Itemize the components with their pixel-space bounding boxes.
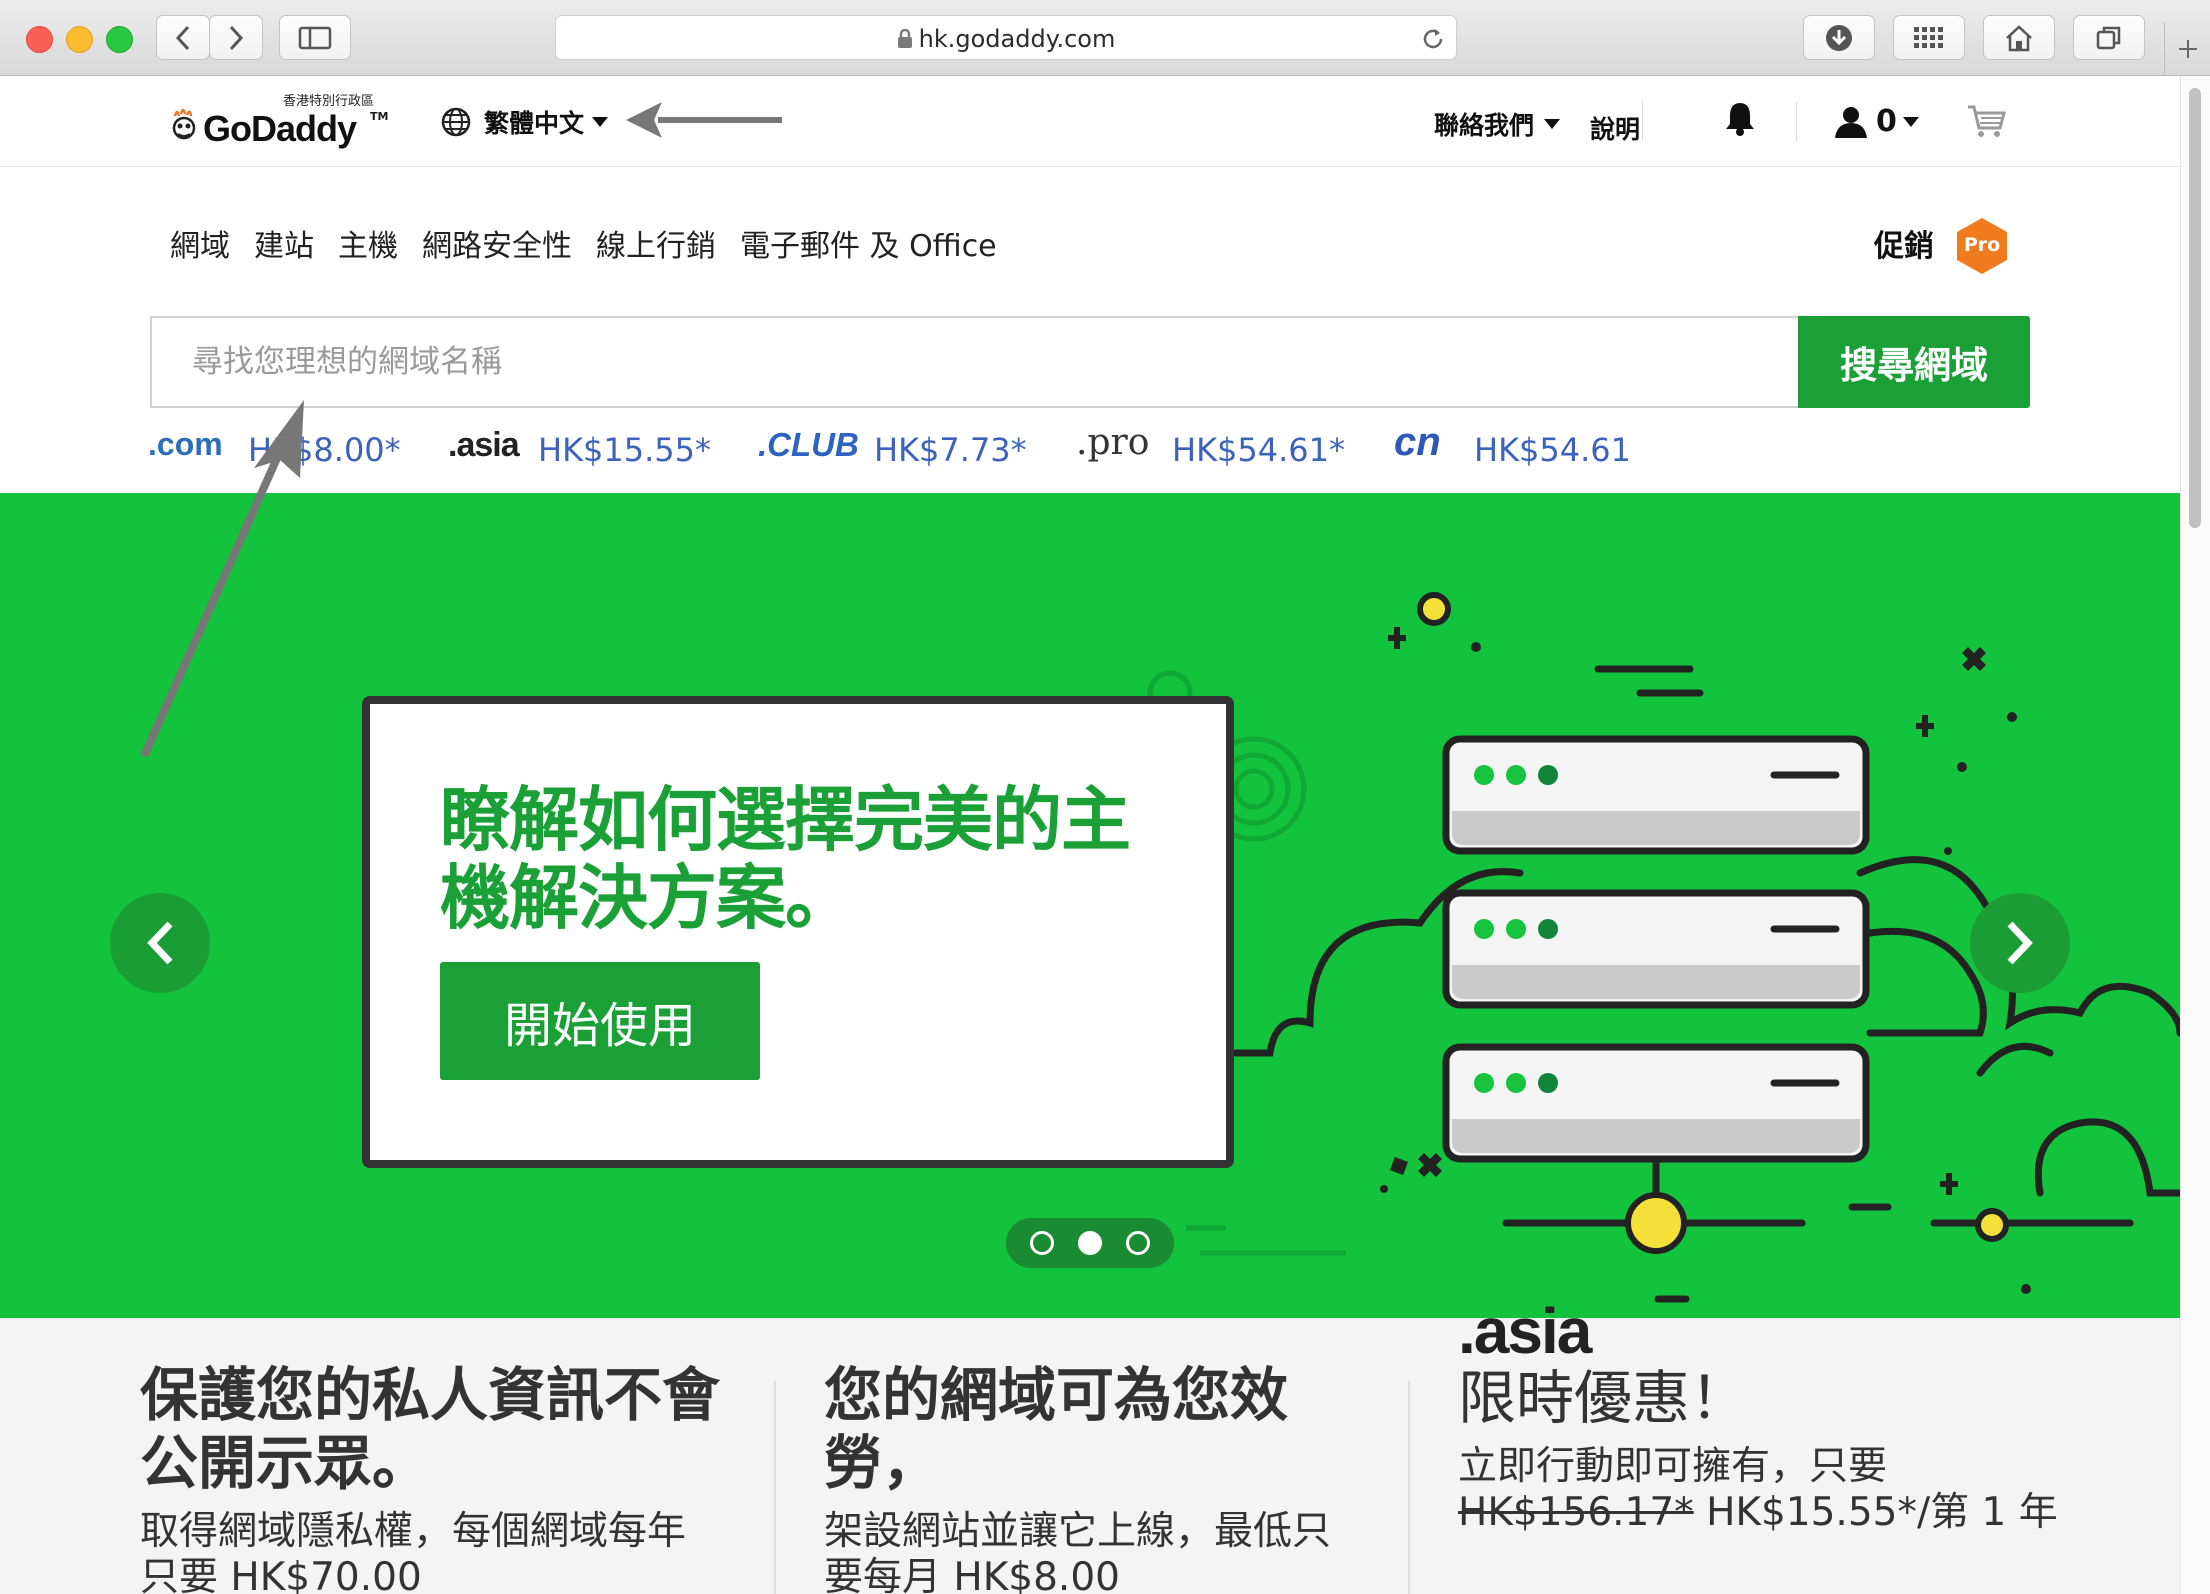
godaddy-logo[interactable]: 香港特別行政區 GoDaddy TM	[165, 86, 395, 156]
forward-button[interactable]	[209, 15, 263, 60]
asia-old-price: HK$156.17*	[1458, 1490, 1694, 1535]
tld-asia-price[interactable]: HK$15.55*	[538, 431, 711, 469]
globe-icon	[441, 107, 471, 137]
url-text: hk.godaddy.com	[556, 25, 1456, 53]
pro-badge[interactable]: Pro	[1952, 216, 2012, 276]
logo-wordmark: GoDaddy	[203, 108, 357, 149]
asia-offer-price: HK$156.17* HK$15.55*/第 1 年	[1458, 1490, 2058, 1536]
scrollbar-thumb[interactable]	[2189, 88, 2201, 528]
divider	[1642, 102, 1643, 142]
tabs-icon	[2096, 26, 2121, 49]
url-label: hk.godaddy.com	[918, 25, 1116, 53]
user-icon	[1835, 106, 1867, 138]
minimize-window-button[interactable]	[66, 26, 93, 53]
nav-item-security[interactable]: 網路安全性	[422, 221, 572, 265]
carousel-dot-1[interactable]	[1030, 1231, 1054, 1255]
carousel-indicators	[1006, 1218, 1174, 1268]
close-window-button[interactable]	[26, 26, 53, 53]
account-count: 0	[1876, 104, 1897, 139]
chevron-right-icon	[2007, 921, 2033, 965]
asia-logo: .asia	[1458, 1295, 1592, 1367]
promo-link[interactable]: 促銷	[1874, 221, 1934, 265]
carousel-prev-button[interactable]	[110, 893, 210, 993]
sidebar-toggle-button[interactable]	[279, 15, 351, 60]
nav-item-hosting[interactable]: 主機	[338, 221, 398, 265]
home-icon	[2006, 24, 2032, 51]
caret-down-icon	[1902, 116, 1919, 127]
sidebar-icon	[298, 26, 332, 49]
grid-icon	[1914, 26, 1943, 48]
hero-title: 瞭解如何選擇完美的主機解決方案。	[440, 779, 1131, 939]
domain-search-field[interactable]	[150, 316, 1800, 408]
tld-asia-logo: .asia	[448, 426, 520, 464]
browser-toolbar: hk.godaddy.com	[0, 0, 2210, 76]
annotation-arrow-icon	[140, 400, 304, 758]
utility-bar: 香港特別行政區 GoDaddy TM 繁體中文 聯絡我們 說明 0	[0, 76, 2180, 167]
downloads-button[interactable]	[1803, 15, 1875, 60]
divider	[1796, 102, 1797, 142]
tld-cn-price[interactable]: HK$54.61	[1474, 431, 1631, 469]
carousel-dot-3[interactable]	[1126, 1231, 1150, 1255]
chevron-left-icon	[147, 921, 173, 965]
zoom-window-button[interactable]	[106, 26, 133, 53]
tld-pro-price[interactable]: HK$54.61*	[1172, 431, 1345, 469]
back-button[interactable]	[156, 15, 210, 60]
tld-pro-logo: .pro	[1076, 422, 1150, 463]
tld-club-logo: .CLUB	[758, 426, 859, 463]
language-selector[interactable]: 繁體中文	[440, 102, 609, 142]
chevron-left-icon	[175, 25, 190, 50]
shopping-cart-icon[interactable]	[1966, 104, 2006, 138]
contact-label: 聯絡我們	[1434, 111, 1535, 140]
lock-icon	[897, 28, 912, 48]
server-stack	[1442, 735, 1870, 1163]
feature-privacy-title: 保護您的私人資訊不會公開示眾。	[140, 1361, 721, 1497]
top-sites-button[interactable]	[1893, 15, 1965, 60]
tld-cn-logo: cn	[1394, 420, 1441, 464]
nav-item-marketing[interactable]: 線上行銷	[596, 221, 716, 265]
download-icon	[1826, 24, 1852, 51]
feature-website-title: 您的網域可為您效勞，	[824, 1361, 1289, 1497]
feature-privacy-body: 取得網域隱私權，每個網域每年只要 HK$70.00	[140, 1509, 687, 1594]
plus-icon	[2179, 40, 2197, 58]
feature-website: 您的網域可為您效勞， 架設網站並讓它上線，最低只要每月 HK$8.00	[824, 1361, 1354, 1594]
feature-privacy: 保護您的私人資訊不會公開示眾。 取得網域隱私權，每個網域每年只要 HK$70.0…	[140, 1361, 720, 1594]
language-label: 繁體中文	[484, 109, 585, 138]
logo-region-text: 香港特別行政區	[283, 94, 375, 109]
asia-offer-body: 立即行動即可擁有，只要	[1458, 1444, 1888, 1489]
carousel-dot-2-active[interactable]	[1078, 1231, 1102, 1255]
contact-menu[interactable]: 聯絡我們	[1434, 106, 1561, 142]
tabs-overview-button[interactable]	[2073, 15, 2145, 60]
address-bar[interactable]: hk.godaddy.com	[555, 15, 1457, 60]
domain-search-input[interactable]	[152, 318, 1798, 406]
column-divider	[1408, 1381, 1410, 1594]
asia-offer-title: 限時優惠！	[1458, 1364, 1749, 1432]
tld-club-price[interactable]: HK$7.73*	[874, 431, 1027, 469]
home-button[interactable]	[1983, 15, 2055, 60]
pro-badge-label: Pro	[1963, 234, 2001, 256]
asia-new-price: HK$15.55*/第 1 年	[1706, 1490, 2058, 1535]
new-tab-button[interactable]	[2164, 22, 2210, 75]
nav-item-website-builder[interactable]: 建站	[254, 221, 314, 265]
carousel-next-button[interactable]	[1970, 893, 2070, 993]
reload-icon[interactable]	[1420, 26, 1446, 52]
logo-trademark: TM	[370, 110, 389, 123]
feature-website-body: 架設網站並讓它上線，最低只要每月 HK$8.00	[824, 1509, 1332, 1594]
notification-bell-icon[interactable]	[1724, 100, 1756, 136]
account-menu[interactable]: 0	[1834, 104, 1919, 139]
search-domain-button[interactable]: 搜尋網域	[1798, 316, 2030, 408]
caret-down-icon	[1544, 119, 1561, 129]
feature-asia-offer: .asia 限時優惠！ 立即行動即可擁有，只要 HK$156.17* HK$15…	[1458, 1298, 2058, 1536]
caret-down-icon	[592, 117, 609, 127]
help-link[interactable]: 說明	[1590, 110, 1640, 146]
nav-item-domains[interactable]: 網域	[170, 221, 230, 265]
column-divider	[774, 1381, 776, 1594]
godaddy-guy-icon	[172, 108, 196, 140]
nav-item-email-office[interactable]: 電子郵件 及 Office	[740, 221, 997, 265]
get-started-button[interactable]: 開始使用	[440, 962, 760, 1080]
chevron-right-icon	[229, 25, 244, 50]
annotation-arrow-icon	[626, 102, 782, 138]
web-page: 香港特別行政區 GoDaddy TM 繁體中文 聯絡我們 說明 0 網域 建站 …	[0, 76, 2180, 1594]
